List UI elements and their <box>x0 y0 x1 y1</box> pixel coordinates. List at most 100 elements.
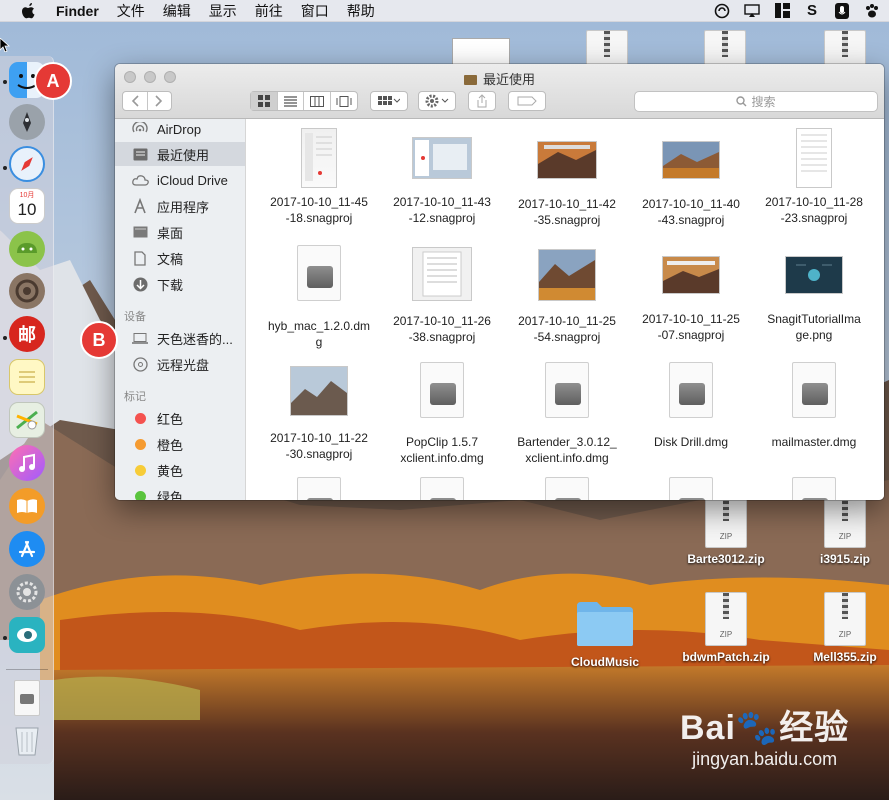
launchpad-icon[interactable] <box>9 104 45 140</box>
tag-color-dot <box>135 438 146 450</box>
file-item[interactable]: 2017-10-10_11-42 -35.snagproj <box>505 141 629 228</box>
dock: 10月 10 邮 <box>0 56 54 764</box>
sidebar-tag-orange[interactable]: 橙色 <box>115 432 245 456</box>
file-item[interactable]: 2017-10-10_11-40 -43.snagproj <box>629 141 753 228</box>
gallery-view-button[interactable] <box>331 92 357 110</box>
sidebar-item-icloud[interactable]: iCloud Drive <box>115 168 245 192</box>
sidebar-tag-green[interactable]: 绿色 <box>115 484 245 500</box>
file-item[interactable]: SnagitTutorialIma ge.png <box>752 256 876 343</box>
disc-icon <box>131 356 149 372</box>
file-item-partial[interactable] <box>752 477 876 500</box>
trash-icon[interactable] <box>9 722 45 758</box>
android-icon[interactable] <box>9 231 45 267</box>
recents-folder-icon <box>463 75 477 85</box>
desktop-item-cloudmusic[interactable]: CloudMusic <box>560 600 650 669</box>
window-title: 最近使用 <box>115 69 884 88</box>
notes-icon[interactable] <box>9 359 45 395</box>
file-item[interactable]: 2017-10-10_11-43 -12.snagproj <box>380 137 504 226</box>
microphone-icon[interactable] <box>833 2 851 19</box>
sidebar-item-label: 橙色 <box>157 437 184 453</box>
menu-window[interactable]: 窗口 <box>301 1 329 21</box>
calendar-icon[interactable]: 10月 10 <box>9 188 45 224</box>
menu-edit[interactable]: 编辑 <box>163 1 191 21</box>
rocket-ring-icon[interactable] <box>9 273 45 309</box>
sidebar-item-documents[interactable]: 文稿 <box>115 246 245 270</box>
file-name: 2017-10-10_11-26 -38.snagproj <box>380 313 504 345</box>
file-item[interactable]: Disk Drill.dmg <box>629 362 753 450</box>
file-name-line1: 2017-10-10_11-28 <box>765 195 863 209</box>
snagproj-thumbnail-icon <box>796 128 832 188</box>
sidebar-item-downloads[interactable]: 下载 <box>115 272 245 296</box>
sidebar-item-airdrop[interactable]: AirDrop <box>115 119 245 141</box>
sidebar-item-recents[interactable]: 最近使用 <box>115 142 245 166</box>
file-name-line1: Bartender_3.0.12_ <box>517 435 617 449</box>
file-item[interactable]: PopClip 1.5.7 xclient.info.dmg <box>380 362 504 466</box>
sync-status-icon[interactable] <box>713 2 731 19</box>
desktop-item-mell355[interactable]: ZIP Mell355.zip <box>800 592 889 664</box>
tag-button[interactable] <box>508 91 546 111</box>
file-item[interactable]: hyb_mac_1.2.0.dm g <box>257 245 381 350</box>
tag-color-dot <box>135 412 146 424</box>
menu-file[interactable]: 文件 <box>117 1 145 21</box>
dmg-doc-icon[interactable] <box>14 680 40 716</box>
file-item[interactable]: 2017-10-10_11-25 -54.snagproj <box>505 249 629 345</box>
snagproj-thumbnail-icon <box>537 141 597 179</box>
file-name-line1: 2017-10-10_11-45 <box>270 195 368 209</box>
sidebar-item-label: 黄色 <box>157 463 184 479</box>
mail-app-icon[interactable]: 邮 <box>9 316 45 352</box>
desktop-item-barte3012[interactable]: ZIP Barte3012.zip <box>681 494 771 566</box>
file-item[interactable]: Bartender_3.0.12_ xclient.info.dmg <box>505 362 629 466</box>
sidebar-tag-red[interactable]: 红色 <box>115 406 245 430</box>
snagproj-thumbnail-icon <box>412 137 472 179</box>
back-button[interactable] <box>123 92 148 110</box>
group-by-button[interactable] <box>370 91 408 111</box>
window-title-text: 最近使用 <box>482 72 535 87</box>
airplay-icon[interactable] <box>743 2 761 19</box>
forward-button[interactable] <box>148 92 172 110</box>
file-item[interactable]: 2017-10-10_11-26 -38.snagproj <box>380 247 504 345</box>
maps-icon[interactable] <box>9 402 45 438</box>
menu-view[interactable]: 显示 <box>209 1 237 21</box>
file-item-partial[interactable] <box>505 477 629 500</box>
column-view-button[interactable] <box>304 92 331 110</box>
share-button[interactable] <box>468 91 496 111</box>
safari-icon[interactable] <box>9 146 45 182</box>
file-item-partial[interactable] <box>380 477 504 500</box>
menu-go[interactable]: 前往 <box>255 1 283 21</box>
zip-tag: ZIP <box>719 532 733 541</box>
action-gear-button[interactable] <box>418 91 456 111</box>
file-name-line1: 2017-10-10_11-43 <box>393 195 491 209</box>
file-item[interactable]: 2017-10-10_11-22 -30.snagproj <box>257 366 381 462</box>
file-item[interactable]: mailmaster.dmg <box>752 362 876 450</box>
file-item[interactable]: 2017-10-10_11-28 -23.snagproj <box>752 128 876 226</box>
s-app-icon[interactable]: S <box>803 2 821 19</box>
list-view-button[interactable] <box>278 92 304 110</box>
desktop-item-label: bdwmPatch.zip <box>682 650 770 664</box>
eye-app-icon[interactable] <box>9 617 45 653</box>
file-grid: 2017-10-10_11-45 -18.snagproj 2017-10-10_… <box>247 119 884 500</box>
baidu-paw-icon[interactable] <box>863 2 881 19</box>
window-layout-icon[interactable] <box>773 2 791 19</box>
file-name: 2017-10-10_11-25 -07.snagproj <box>629 311 753 343</box>
sidebar-tag-yellow[interactable]: 黄色 <box>115 458 245 482</box>
file-item-partial[interactable] <box>257 477 381 500</box>
file-item[interactable]: 2017-10-10_11-25 -07.snagproj <box>629 256 753 343</box>
file-name-line2: -30.snagproj <box>285 447 353 461</box>
sidebar-item-desktop[interactable]: 桌面 <box>115 220 245 244</box>
file-item[interactable]: 2017-10-10_11-45 -18.snagproj <box>257 128 381 226</box>
apple-icon[interactable] <box>18 2 40 19</box>
menu-help[interactable]: 帮助 <box>347 1 375 21</box>
search-field[interactable]: 搜索 <box>634 91 878 112</box>
system-preferences-icon[interactable] <box>9 574 45 610</box>
sidebar-item-applications[interactable]: 应用程序 <box>115 194 245 218</box>
sidebar-item-mac[interactable]: 天色迷香的... <box>115 326 245 350</box>
ibooks-icon[interactable] <box>9 488 45 524</box>
desktop-item-i3915[interactable]: ZIP i3915.zip <box>800 494 889 566</box>
app-store-icon[interactable] <box>9 531 45 567</box>
itunes-icon[interactable] <box>9 445 45 481</box>
desktop-item-bdwmpatch[interactable]: ZIP bdwmPatch.zip <box>681 592 771 664</box>
icon-view-button[interactable] <box>251 92 278 110</box>
sidebar-item-remote-disc[interactable]: 远程光盘 <box>115 352 245 376</box>
menu-app-finder[interactable]: Finder <box>56 3 99 19</box>
file-item-partial[interactable] <box>629 477 753 500</box>
